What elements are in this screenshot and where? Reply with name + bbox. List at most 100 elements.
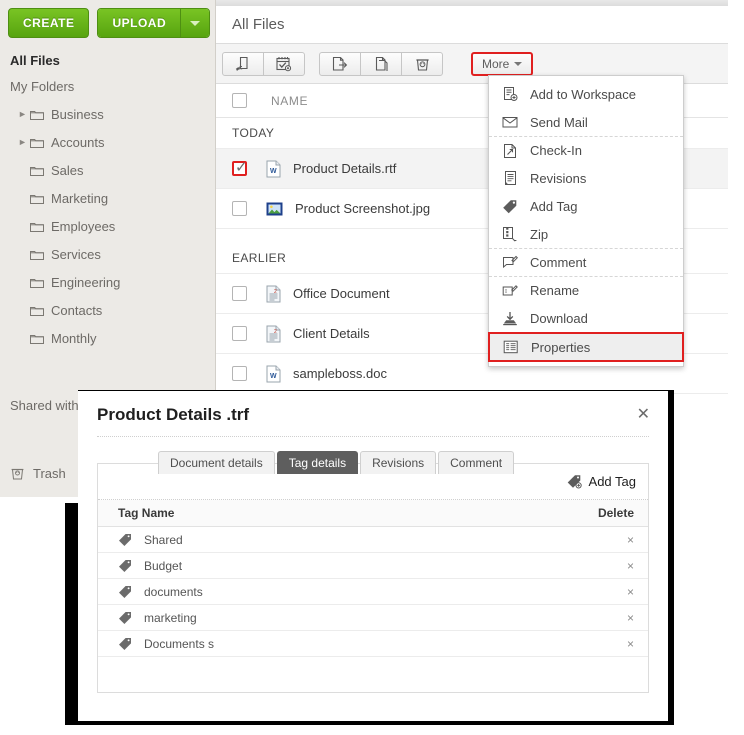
sidebar-item-contacts[interactable]: Contacts [0, 296, 215, 324]
chevron-right-icon[interactable]: ► [18, 109, 30, 119]
word-file-icon: W [266, 160, 281, 178]
row-checkbox[interactable] [232, 201, 247, 216]
menu-item-rename[interactable]: I Rename [489, 276, 683, 304]
sidebar-item-monthly[interactable]: Monthly [0, 324, 215, 352]
row-checkbox[interactable]: ✓ [232, 160, 248, 176]
share-button[interactable] [222, 51, 264, 76]
menu-item-properties[interactable]: Properties [488, 332, 684, 362]
menu-item-label: Add Tag [530, 198, 578, 214]
menu-item-check-in[interactable]: Check-In [489, 136, 683, 164]
svg-text:2: 2 [274, 289, 277, 295]
sidebar-item-sales[interactable]: Sales [0, 156, 215, 184]
folder-icon [30, 165, 44, 176]
sidebar-item-business[interactable]: ► Business [0, 100, 215, 128]
move-button[interactable] [319, 51, 361, 76]
tab-document-details[interactable]: Document details [158, 451, 275, 474]
tag-icon [118, 611, 132, 624]
svg-text:2: 2 [274, 329, 277, 335]
sidebar-item-marketing[interactable]: Marketing [0, 184, 215, 212]
table-row[interactable]: documents × [98, 579, 648, 605]
tab-comment[interactable]: Comment [438, 451, 515, 474]
menu-item-add-to-workspace[interactable]: Add to Workspace [489, 80, 683, 108]
dialog-title-divider [97, 436, 649, 437]
properties-icon [501, 340, 521, 354]
sidebar-section-my-folders[interactable]: My Folders [0, 73, 215, 100]
upload-button[interactable]: UPLOAD [98, 9, 181, 37]
menu-item-label: Check-In [530, 143, 583, 158]
menu-item-label: Comment [530, 255, 587, 270]
menu-item-label: Send Mail [530, 114, 588, 130]
table-row[interactable]: Budget × [98, 553, 648, 579]
sidebar-item-services[interactable]: Services [0, 240, 215, 268]
properties-dialog: Product Details .trf ✕ Document details … [78, 391, 668, 721]
close-icon[interactable]: ✕ [637, 407, 650, 423]
image-file-icon [266, 202, 283, 216]
menu-item-label: Download [530, 310, 588, 326]
chevron-down-icon [514, 61, 523, 66]
column-header-name: NAME [271, 93, 309, 108]
rename-icon: I [500, 284, 520, 298]
tag-plus-icon [566, 474, 583, 489]
sidebar-item-employees[interactable]: Employees [0, 212, 215, 240]
tag-table-header: Tag Name Delete [98, 500, 648, 527]
file-name: sampleboss.doc [293, 366, 387, 381]
chevron-right-icon[interactable]: ► [18, 137, 30, 147]
sidebar-item-engineering[interactable]: Engineering [0, 268, 215, 296]
delete-tag-button[interactable]: × [627, 559, 634, 573]
file-name: Product Details.rtf [293, 161, 397, 176]
table-row[interactable]: Shared × [98, 527, 648, 553]
menu-item-zip[interactable]: Zip [489, 220, 683, 248]
delete-tag-button[interactable]: × [627, 611, 634, 625]
create-button[interactable]: CREATE [8, 8, 90, 38]
folder-icon [30, 109, 44, 120]
delete-button[interactable] [401, 51, 443, 76]
sidebar-item-label: Business [51, 106, 104, 122]
task-button[interactable] [263, 51, 305, 76]
delete-tag-button[interactable]: × [627, 533, 634, 547]
table-row[interactable]: marketing × [98, 605, 648, 631]
copy-button[interactable] [360, 51, 402, 76]
row-checkbox[interactable] [232, 326, 247, 341]
copy-icon [373, 56, 390, 72]
check-in-icon [500, 143, 520, 159]
select-all-checkbox[interactable] [232, 93, 247, 108]
row-checkbox[interactable] [232, 366, 247, 381]
folder-icon [30, 305, 44, 316]
add-tag-button[interactable]: Add Tag [566, 474, 636, 489]
menu-item-download[interactable]: Download [489, 304, 683, 332]
tag-details-panel: Add Tag Tag Name Delete Shared × Budget … [97, 463, 649, 693]
sidebar-item-trash[interactable]: Trash [10, 466, 66, 481]
svg-text:W: W [270, 373, 277, 380]
menu-item-label: Rename [530, 283, 580, 298]
comment-icon [500, 255, 520, 270]
sidebar-action-buttons: CREATE UPLOAD [8, 8, 211, 38]
svg-text:W: W [270, 168, 277, 175]
chevron-down-icon [190, 20, 201, 26]
delete-tag-button[interactable]: × [627, 585, 634, 599]
sidebar-item-accounts[interactable]: ► Accounts [0, 128, 215, 156]
trash-icon [414, 56, 431, 72]
delete-tag-button[interactable]: × [627, 637, 634, 651]
row-checkbox[interactable] [232, 286, 247, 301]
tag-icon [118, 559, 132, 572]
menu-item-label: Properties [531, 339, 591, 355]
more-button-wrap: More [471, 51, 534, 76]
tag-name: Documents s [144, 636, 215, 651]
main-header: All Files [216, 6, 728, 44]
toolbar-group-primary [222, 51, 305, 76]
folder-icon [30, 137, 44, 148]
menu-item-add-tag[interactable]: Add Tag [489, 192, 683, 220]
tab-tag-details[interactable]: Tag details [276, 451, 359, 474]
page-title: All Files [232, 16, 285, 33]
add-tag-label: Add Tag [588, 474, 636, 489]
tab-revisions[interactable]: Revisions [360, 451, 437, 474]
menu-item-send-mail[interactable]: Send Mail [489, 108, 683, 136]
menu-item-comment[interactable]: Comment [489, 248, 683, 276]
dialog-title: Product Details .trf [97, 405, 250, 424]
more-button[interactable]: More [471, 51, 534, 76]
upload-dropdown-toggle[interactable] [180, 9, 210, 37]
table-row[interactable]: Documents s × [98, 631, 648, 657]
sidebar-item-all-files[interactable]: All Files [0, 48, 215, 73]
menu-item-revisions[interactable]: Revisions [489, 164, 683, 192]
folder-icon [30, 193, 44, 204]
